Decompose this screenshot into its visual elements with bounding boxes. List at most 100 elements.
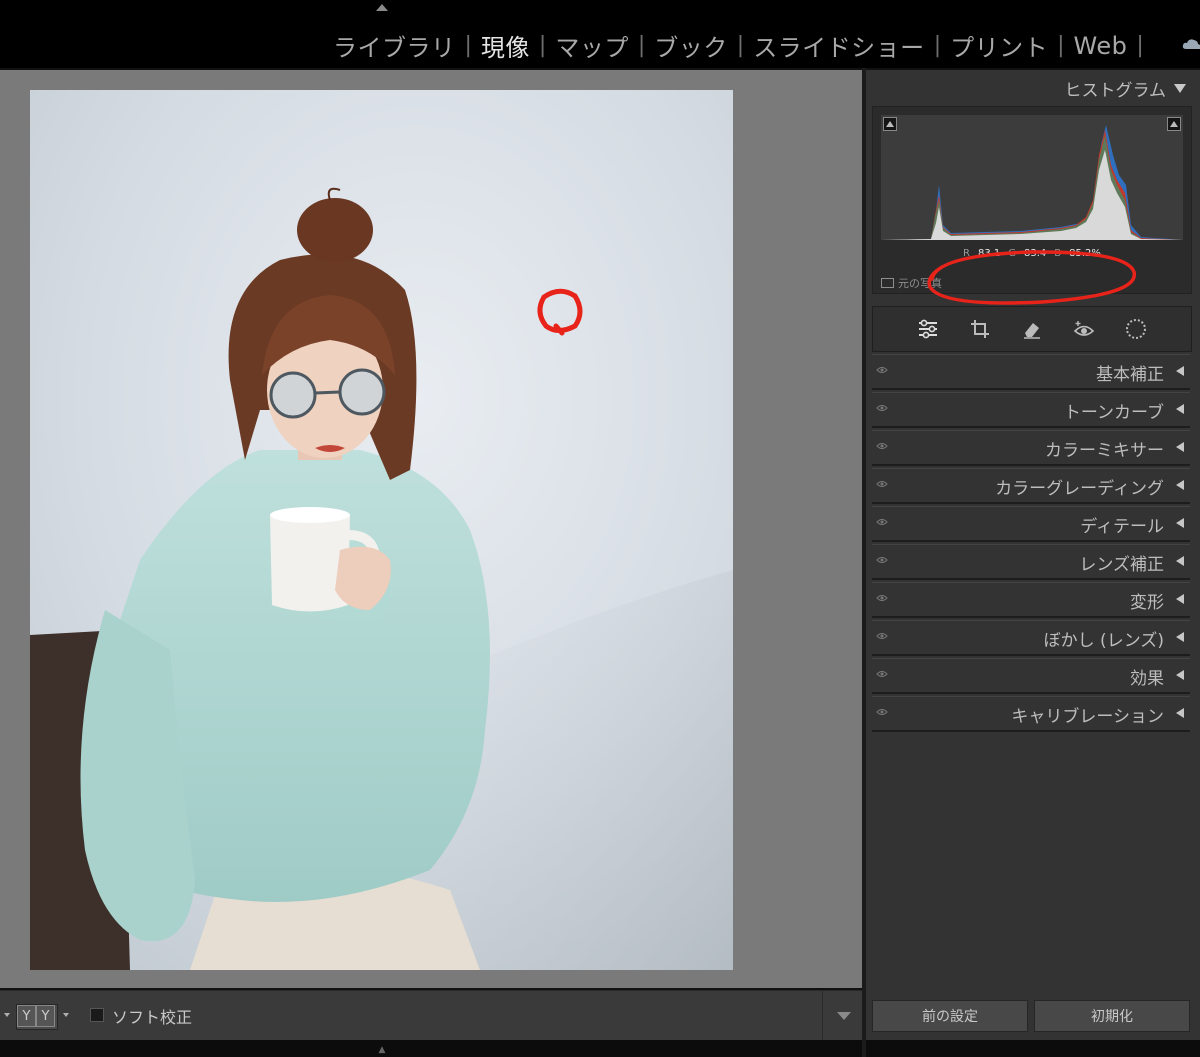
panel-label: ディテール — [1080, 517, 1164, 537]
module-print[interactable]: プリント — [950, 28, 1048, 63]
before-after-view-button[interactable]: Y Y — [16, 1004, 58, 1030]
panel-color-grading[interactable]: カラーグレーディング — [872, 468, 1190, 504]
original-photo-checkbox[interactable] — [881, 278, 894, 288]
module-separator: | — [736, 33, 745, 58]
toolbar-menu-button[interactable] — [822, 991, 863, 1041]
adjust-sliders-icon[interactable] — [916, 317, 940, 341]
module-separator: | — [464, 33, 472, 58]
red-eye-icon[interactable] — [1072, 317, 1096, 341]
module-separator: | — [1057, 33, 1065, 58]
panel-color-mixer[interactable]: カラーミキサー — [872, 430, 1190, 466]
tool-strip — [872, 306, 1192, 352]
panel-footer-buttons: 前の設定 初期化 — [872, 1000, 1190, 1032]
expand-triangle-icon[interactable] — [1176, 556, 1184, 566]
module-slideshow[interactable]: スライドショー — [753, 28, 925, 63]
eye-icon[interactable] — [876, 632, 888, 640]
eye-icon[interactable] — [876, 366, 888, 374]
photo-preview[interactable] — [30, 90, 733, 970]
module-picker: ライブラリ | 現像 | マップ | ブック | スライドショー | プリント … — [333, 28, 1153, 63]
g-value: 83.4 — [1024, 248, 1047, 259]
eye-icon[interactable] — [876, 556, 888, 564]
panel-detail[interactable]: ディテール — [872, 506, 1190, 542]
eye-icon[interactable] — [876, 708, 888, 716]
module-separator: | — [637, 33, 646, 58]
chevron-down-icon[interactable] — [4, 1013, 10, 1017]
reset-button[interactable]: 初期化 — [1034, 1000, 1190, 1032]
panel-effects[interactable]: 効果 — [872, 658, 1190, 694]
original-photo-toggle[interactable]: 元の写真 — [881, 275, 942, 291]
b-unit: % — [1091, 248, 1101, 259]
module-library[interactable]: ライブラリ — [333, 28, 456, 63]
grip-icon[interactable]: ▲ — [376, 1046, 388, 1055]
panel-label: キャリブレーション — [1011, 707, 1164, 727]
module-separator: | — [933, 33, 942, 58]
panel-tone-curve[interactable]: トーンカーブ — [872, 392, 1190, 428]
module-web[interactable]: Web — [1074, 32, 1128, 60]
before-view-icon[interactable]: Y — [17, 1005, 36, 1027]
panel-label: カラーミキサー — [1045, 441, 1164, 461]
histogram-graph[interactable] — [881, 115, 1183, 240]
expand-triangle-icon[interactable] — [1176, 404, 1184, 414]
panel-lens-blur[interactable]: ぼかし (レンズ) — [872, 620, 1190, 656]
after-view-icon[interactable]: Y — [36, 1005, 55, 1027]
b-label: B — [1054, 248, 1062, 259]
highlight-clipping-button[interactable] — [1167, 117, 1181, 131]
panel-label: 基本補正 — [1096, 365, 1164, 385]
expand-triangle-icon[interactable] — [1176, 708, 1184, 718]
panel-calibration[interactable]: キャリブレーション — [872, 696, 1190, 732]
expand-triangle-icon[interactable] — [1176, 518, 1184, 528]
expand-triangle-icon[interactable] — [1176, 366, 1184, 376]
expand-triangle-icon[interactable] — [1176, 594, 1184, 604]
panel-transform[interactable]: 変形 — [872, 582, 1190, 618]
panel-label: ぼかし (レンズ) — [1043, 631, 1164, 651]
image-toolbar: Y Y ソフト校正 — [0, 990, 862, 1041]
shadow-clipping-button[interactable] — [883, 117, 897, 131]
panel-list: 基本補正 トーンカーブ カラーミキサー カラーグレーディング ディテール レンズ… — [872, 354, 1190, 734]
module-develop[interactable]: 現像 — [481, 28, 530, 63]
eye-icon[interactable] — [876, 670, 888, 678]
panel-basic[interactable]: 基本補正 — [872, 354, 1190, 390]
collapse-top-arrow-icon[interactable] — [376, 4, 388, 11]
image-view[interactable] — [0, 70, 862, 988]
chevron-down-icon[interactable] — [837, 1012, 851, 1020]
expand-triangle-icon[interactable] — [1176, 670, 1184, 680]
soft-proof-label: ソフト校正 — [112, 1008, 193, 1027]
panel-label: トーンカーブ — [1063, 403, 1164, 423]
r-value: 83.1 — [978, 248, 1001, 259]
view-options-chevron-icon[interactable] — [63, 1013, 69, 1017]
healing-eraser-icon[interactable] — [1020, 317, 1044, 341]
eye-icon[interactable] — [876, 480, 888, 488]
histogram-panel: R 83.1 G 83.4 B 85.2% 元の写真 — [872, 106, 1192, 305]
module-separator: | — [1136, 33, 1144, 58]
expand-triangle-icon[interactable] — [1176, 480, 1184, 490]
g-label: G — [1008, 248, 1017, 259]
filmstrip-collapse-bar[interactable]: ▲ — [0, 1040, 1200, 1057]
module-bar: ライブラリ | 現像 | マップ | ブック | スライドショー | プリント … — [0, 0, 1200, 68]
expand-triangle-icon[interactable] — [1176, 632, 1184, 642]
collapse-triangle-icon[interactable] — [1174, 84, 1186, 93]
eye-icon[interactable] — [876, 594, 888, 602]
module-map[interactable]: マップ — [555, 28, 629, 63]
expand-triangle-icon[interactable] — [1176, 442, 1184, 452]
histogram-chart — [881, 125, 1183, 240]
module-book[interactable]: ブック — [654, 28, 728, 63]
histogram-header[interactable]: ヒストグラム — [1064, 76, 1186, 101]
panel-label: カラーグレーディング — [995, 479, 1164, 499]
r-label: R — [963, 248, 970, 259]
histogram-title: ヒストグラム — [1064, 81, 1167, 101]
mask-icon[interactable] — [1124, 317, 1148, 341]
rgb-readout: R 83.1 G 83.4 B 85.2% — [873, 248, 1191, 259]
b-value: 85.2% — [1069, 248, 1101, 259]
panel-label: 効果 — [1130, 669, 1164, 689]
cloud-sync-icon[interactable] — [1182, 38, 1200, 50]
eye-icon[interactable] — [876, 404, 888, 412]
previous-settings-button[interactable]: 前の設定 — [872, 1000, 1028, 1032]
eye-icon[interactable] — [876, 442, 888, 450]
soft-proof-checkbox[interactable] — [90, 1008, 104, 1022]
panel-lens-corrections[interactable]: レンズ補正 — [872, 544, 1190, 580]
crop-icon[interactable] — [968, 317, 992, 341]
original-photo-label: 元の写真 — [898, 277, 942, 290]
eye-icon[interactable] — [876, 518, 888, 526]
panel-label: 変形 — [1130, 593, 1164, 613]
b-number: 85.2 — [1069, 248, 1092, 259]
